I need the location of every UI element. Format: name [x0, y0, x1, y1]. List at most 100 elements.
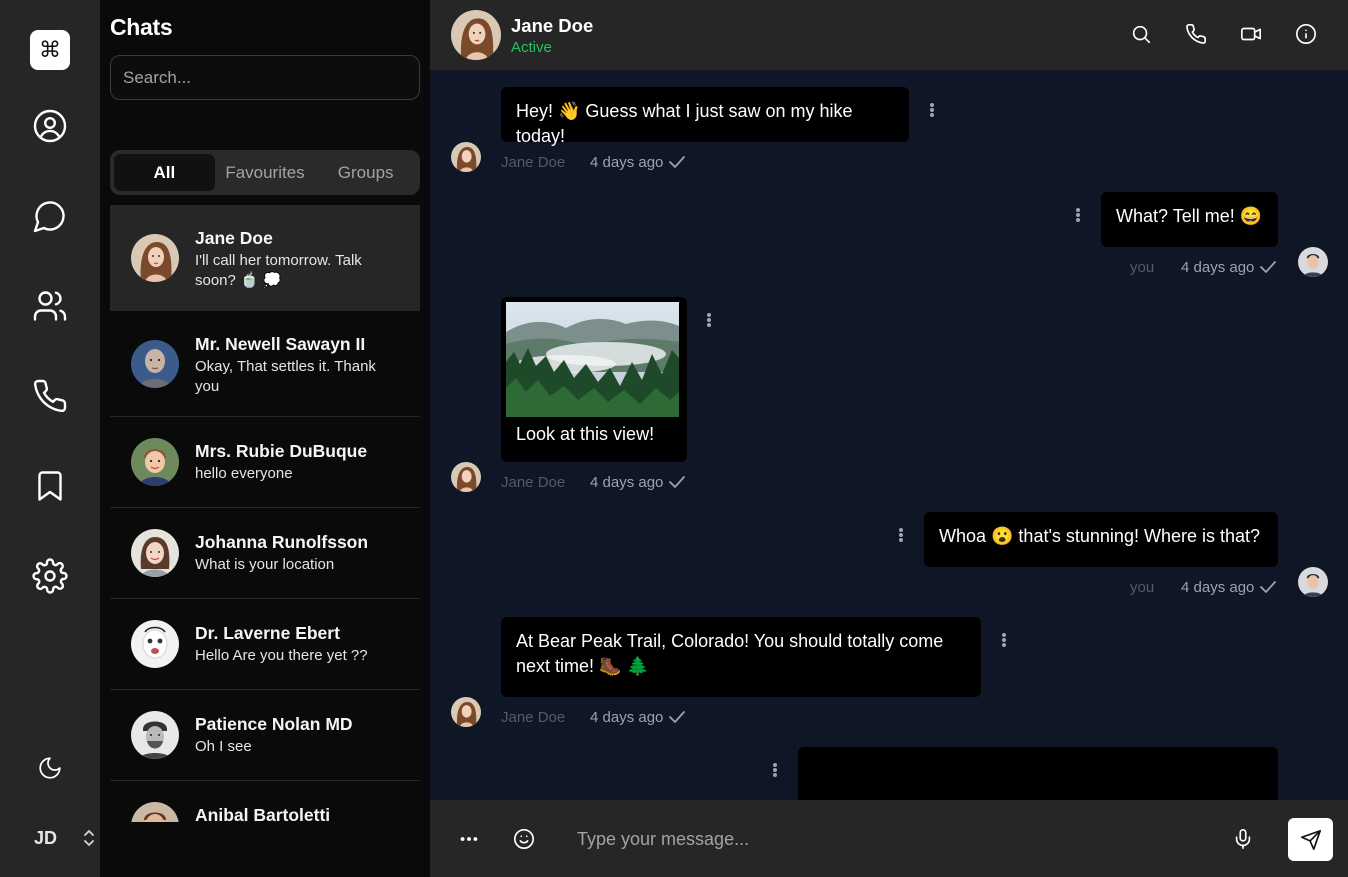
send-button[interactable]	[1288, 818, 1333, 861]
app-logo[interactable]: ⌘	[30, 30, 70, 70]
chat-last-message: Oh I see	[195, 738, 252, 755]
chevron-up-down-icon	[84, 830, 94, 846]
message-bubble-incoming[interactable]: Look at this view!	[501, 297, 687, 462]
moon-icon	[39, 757, 61, 779]
bookmark-icon	[38, 471, 62, 501]
calls-nav-button[interactable]	[30, 376, 70, 416]
contact-avatar[interactable]	[451, 10, 501, 60]
message-sender: you	[1130, 579, 1155, 596]
message-text: What? Tell me! 😄	[1116, 206, 1263, 226]
sent-check-icon	[668, 475, 686, 489]
message-time: 4 days ago	[1181, 259, 1255, 276]
sender-avatar	[451, 462, 481, 492]
message-options-button[interactable]	[1073, 205, 1083, 225]
bookmarks-nav-button[interactable]	[30, 466, 70, 506]
sent-check-icon	[668, 710, 686, 724]
chat-name: Mr. Newell Sawayn II	[195, 334, 366, 354]
phone-icon	[33, 379, 67, 413]
voice-message-button[interactable]	[1232, 828, 1254, 850]
chat-list-item[interactable]: Mrs. Rubie DuBuque hello everyone	[110, 417, 420, 508]
message-bubble-incoming[interactable]: Hey! 👋 Guess what I just saw on my hike …	[501, 87, 909, 146]
my-avatar	[1298, 567, 1328, 597]
contact-info-button[interactable]	[1295, 23, 1319, 47]
chat-name: Patience Nolan MD	[195, 714, 353, 734]
sender-avatar	[451, 142, 481, 172]
contact-status: Active	[511, 39, 552, 56]
profile-nav-button[interactable]	[30, 106, 70, 146]
search-conversation-button[interactable]	[1130, 23, 1154, 47]
tab-all[interactable]: All	[114, 154, 215, 191]
chat-name: Mrs. Rubie DuBuque	[195, 441, 368, 461]
message-bubble-outgoing[interactable]: What? Tell me! 😄	[1101, 192, 1278, 247]
message-input[interactable]	[565, 818, 1215, 860]
more-options-button[interactable]	[458, 828, 480, 850]
avatar	[131, 620, 179, 668]
contacts-nav-button[interactable]	[30, 286, 70, 326]
message-sender: Jane Doe	[501, 709, 566, 726]
chat-list-item[interactable]: Dr. Laverne Ebert Hello Are you there ye…	[110, 599, 420, 690]
avatar	[131, 339, 179, 388]
chat-last-message: What is your location	[195, 556, 335, 573]
avatar	[131, 438, 179, 486]
chat-list-item[interactable]: Jane Doe I'll call her tomorrow. Talk so…	[110, 205, 420, 311]
chat-last-message: Hello Are you there yet ??	[195, 647, 368, 664]
shared-photo[interactable]	[506, 302, 679, 417]
chat-name: Dr. Laverne Ebert	[195, 623, 340, 643]
emoji-picker-button[interactable]	[513, 828, 535, 850]
avatar	[131, 529, 179, 577]
message-text: Whoa 😮 that's stunning! Where is that?	[939, 526, 1261, 546]
voice-call-button[interactable]	[1185, 23, 1209, 47]
chat-header: Jane Doe Active	[430, 0, 1348, 70]
theme-toggle-button[interactable]	[30, 748, 70, 788]
message-options-button[interactable]	[999, 630, 1009, 650]
more-icon	[460, 837, 478, 841]
gear-icon	[32, 558, 68, 594]
message-options-button[interactable]	[704, 310, 714, 330]
settings-nav-button[interactable]	[30, 556, 70, 596]
message-options-button[interactable]	[927, 100, 937, 120]
chat-list-item[interactable]: Mr. Newell Sawayn II Okay, That settles …	[110, 311, 420, 417]
tab-favourites[interactable]: Favourites	[215, 154, 316, 191]
chat-bubble-icon	[33, 201, 65, 233]
search-input[interactable]	[110, 55, 420, 100]
user-initials[interactable]: JD	[34, 828, 57, 849]
message-sender: Jane Doe	[501, 154, 566, 171]
video-call-button[interactable]	[1240, 23, 1264, 47]
message-text: At Bear Peak Trail, Colorado! You should…	[516, 631, 944, 676]
chat-last-message: I'll call her tomorrow. Talk soon? 🍵 💭	[195, 252, 362, 289]
tab-groups[interactable]: Groups	[315, 154, 416, 191]
message-time: 4 days ago	[590, 154, 664, 171]
chat-last-message: Okay, That settles it. Thank you	[195, 358, 376, 395]
chat-list-item[interactable]: Patience Nolan MD Oh I see	[110, 690, 420, 781]
message-bubble-outgoing[interactable]	[798, 747, 1278, 800]
nav-rail: ⌘ JD	[0, 0, 100, 877]
sent-check-icon	[1259, 260, 1277, 274]
message-bubble-incoming[interactable]: At Bear Peak Trail, Colorado! You should…	[501, 617, 981, 697]
message-composer	[430, 800, 1348, 877]
emoji-icon	[514, 829, 534, 849]
avatar	[131, 802, 179, 822]
message-bubble-outgoing[interactable]: Whoa 😮 that's stunning! Where is that?	[924, 512, 1278, 567]
avatar	[131, 233, 179, 282]
chats-nav-button[interactable]	[30, 196, 70, 236]
chat-list-item[interactable]: Anibal Bartoletti	[110, 781, 420, 822]
message-thread: Hey! 👋 Guess what I just saw on my hike …	[430, 70, 1348, 800]
phone-icon	[1186, 24, 1206, 44]
sender-avatar	[451, 697, 481, 727]
account-switcher[interactable]	[80, 826, 100, 850]
info-icon	[1296, 24, 1316, 44]
chat-last-message: hello everyone	[195, 465, 293, 482]
message-options-button[interactable]	[770, 760, 780, 780]
chat-filter-tabs: All Favourites Groups	[110, 150, 420, 195]
video-icon	[1241, 27, 1261, 41]
chat-name: Johanna Runolfsson	[195, 532, 369, 552]
send-icon	[1300, 829, 1321, 850]
chat-list-item[interactable]: Johanna Runolfsson What is your location	[110, 508, 420, 599]
microphone-icon	[1235, 829, 1251, 849]
message-time: 4 days ago	[590, 709, 664, 726]
message-options-button[interactable]	[896, 525, 906, 545]
user-circle-icon	[33, 109, 67, 143]
contact-name[interactable]: Jane Doe	[511, 15, 593, 37]
message-time: 4 days ago	[590, 474, 664, 491]
message-sender: you	[1130, 259, 1155, 276]
